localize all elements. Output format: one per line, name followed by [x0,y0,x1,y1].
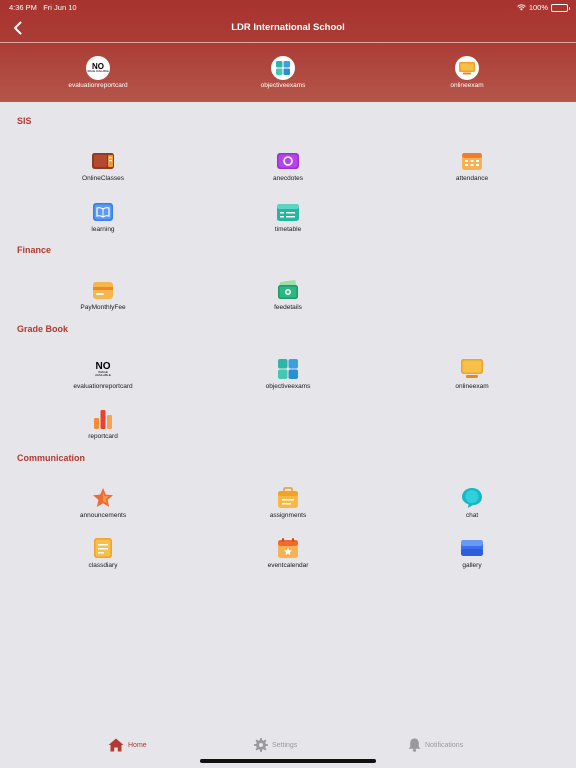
header-divider [0,42,576,43]
tile-chat[interactable]: chat [417,487,527,519]
wifi-icon [517,4,526,11]
tab-home[interactable]: Home [108,738,147,752]
book-icon [92,153,114,169]
tab-notifications-label: Notifications [425,741,464,749]
tab-settings[interactable]: Settings [254,738,297,752]
tile-label: eventcalendar [267,562,309,569]
tab-home-label: Home [128,741,147,749]
notepad-icon [94,538,112,558]
tile-anecdotes[interactable]: anecdotes [233,150,343,182]
section-title-gradebook: Grade Book [17,324,69,334]
nav-bar: LDR International School [0,14,576,42]
home-indicator [200,759,376,763]
tiles-icon [271,56,295,80]
money-icon [278,280,298,299]
tile-label: onlineexam [455,383,489,390]
tile-label: chat [465,512,479,519]
status-bar: 4:36 PM Fri Jun 10 100% [0,0,576,14]
home-icon [108,738,124,752]
tile-label: attendance [455,175,489,182]
quick-label: objectiveexams [260,82,306,89]
quick-onlineexam[interactable]: onlineexam [397,56,537,89]
app-header: 4:36 PM Fri Jun 10 100% LDR Internationa… [0,0,576,102]
tile-label: evaluationreportcard [73,383,133,390]
briefcase-icon [278,487,298,508]
tab-settings-label: Settings [272,741,298,749]
tile-paymonthlyfee[interactable]: PayMonthlyFee [48,279,158,311]
tile-label: classdiary [88,562,118,569]
tile-label: learning [91,226,115,233]
gear-icon [254,738,268,752]
timetable-icon [277,204,299,221]
status-time-text: 4:36 PM [9,3,37,12]
tile-label: OnlineClasses [82,175,124,182]
tile-label: anecdotes [273,175,303,182]
tile-onlineexam[interactable]: onlineexam [417,358,527,390]
page-title: LDR International School [231,22,345,33]
tile-label: reportcard [88,433,118,440]
section-title-communication: Communication [17,453,86,463]
status-right: 100% [517,3,570,12]
no-logo-icon: NO IMAGE AVAILABLE [91,358,115,380]
camera-icon [277,153,299,169]
status-date-text: Fri Jun 10 [43,3,77,12]
tile-objectiveexams[interactable]: objectiveexams [233,358,343,390]
tile-label: feedetails [274,304,302,311]
quick-objectiveexams[interactable]: objectiveexams [213,56,353,89]
tile-label: gallery [462,562,482,569]
section-title-sis: SIS [17,116,32,126]
tile-label: assignments [269,512,307,519]
quick-label: onlineexam [450,82,484,89]
tile-reportcard[interactable]: reportcard [48,408,158,440]
tile-onlineclasses[interactable]: OnlineClasses [48,150,158,182]
tile-evaluationreportcard[interactable]: NO IMAGE AVAILABLE evaluationreportcard [48,358,158,390]
tile-classdiary[interactable]: classdiary [48,537,158,569]
no-logo-icon: NO IMAGE AVAILABLE [86,56,110,80]
monitor-icon [455,56,479,80]
tile-assignments[interactable]: assignments [233,487,343,519]
status-time: 4:36 PM Fri Jun 10 [9,3,77,12]
tile-announcements[interactable]: announcements [48,487,158,519]
tile-attendance[interactable]: attendance [417,150,527,182]
quick-evaluationreportcard[interactable]: NO IMAGE AVAILABLE evaluationreportcard [28,56,168,89]
event-calendar-icon [278,538,298,558]
bar-chart-icon [94,410,112,429]
open-book-icon [93,203,113,221]
section-title-finance: Finance [17,245,52,255]
tile-label: objectiveexams [265,383,311,390]
gallery-icon [461,540,483,556]
star-icon [93,488,113,507]
no-logo-subtext: IMAGE AVAILABLE [87,70,109,73]
tile-learning[interactable]: learning [48,201,158,233]
quick-label: evaluationreportcard [68,82,128,89]
tile-gallery[interactable]: gallery [417,537,527,569]
bell-icon [408,738,421,752]
calendar-icon [462,153,482,170]
tile-feedetails[interactable]: feedetails [233,279,343,311]
card-icon [93,282,113,299]
battery-percent: 100% [528,3,548,12]
battery-icon [551,3,570,12]
monitor-icon [461,359,483,378]
tile-eventcalendar[interactable]: eventcalendar [233,537,343,569]
tab-notifications[interactable]: Notifications [408,738,463,752]
chat-bubble-icon [462,488,482,508]
tiles-icon [278,359,298,379]
tile-label: PayMonthlyFee [80,304,126,311]
tile-label: timetable [274,226,302,233]
tile-timetable[interactable]: timetable [233,201,343,233]
tile-label: announcements [79,512,127,519]
